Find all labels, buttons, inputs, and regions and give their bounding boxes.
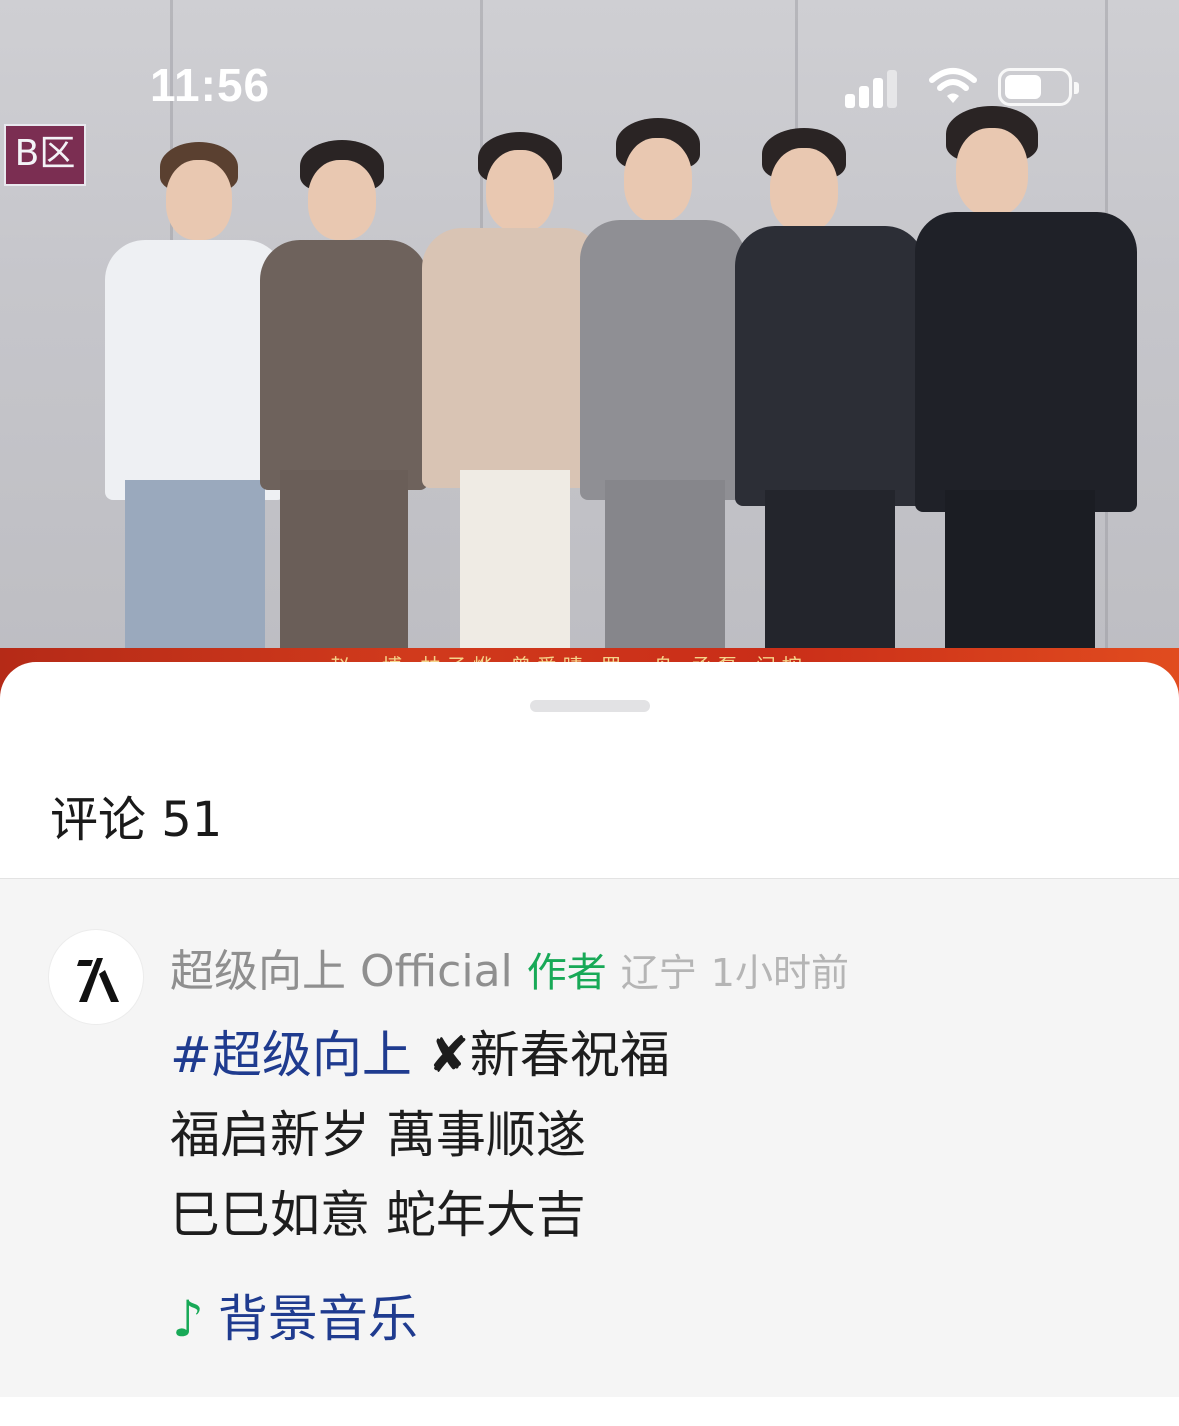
status-time: 11:56 [150,59,271,111]
battery-icon [998,68,1079,106]
zone-sign: B区 [4,124,86,186]
comments-title: 评论 51 [50,792,223,848]
comment-text-1: ✘新春祝福 [411,1026,670,1084]
comment-line-3: 巳巳如意 蛇年大吉 [170,1186,586,1244]
comment-meta: 超级向上 Official 作者 辽宁 1小时前 [170,935,849,999]
music-label: 背景音乐 [217,1290,418,1348]
comment-line-2: 福启新岁 萬事顺遂 [170,1106,586,1164]
music-note-icon: ♪ [172,1290,204,1348]
background-music-link[interactable]: ♪ 背景音乐 [172,1279,418,1351]
comments-sheet: 评论 51 超级向上 Official 作者 辽宁 1小时前 #超级向上 ✘新春祝福 … [0,662,1179,1426]
comment-line-1: #超级向上 ✘新春祝福 [170,1015,670,1087]
author-badge: 作者 [526,950,607,996]
cellular-signal-icon [845,68,907,108]
avatar[interactable] [48,929,144,1025]
wifi-icon [929,68,977,103]
comment-location: 辽宁 [620,951,697,995]
topic-link[interactable]: #超级向上 [170,1026,412,1084]
brand-logo-icon [77,958,119,1002]
comment-username[interactable]: 超级向上 Official [170,946,513,997]
comment-time: 1小时前 [710,951,849,995]
sheet-grabber[interactable] [530,700,650,712]
comment-item[interactable]: 超级向上 Official 作者 辽宁 1小时前 #超级向上 ✘新春祝福 福启新岁 萬… [0,879,1179,1397]
